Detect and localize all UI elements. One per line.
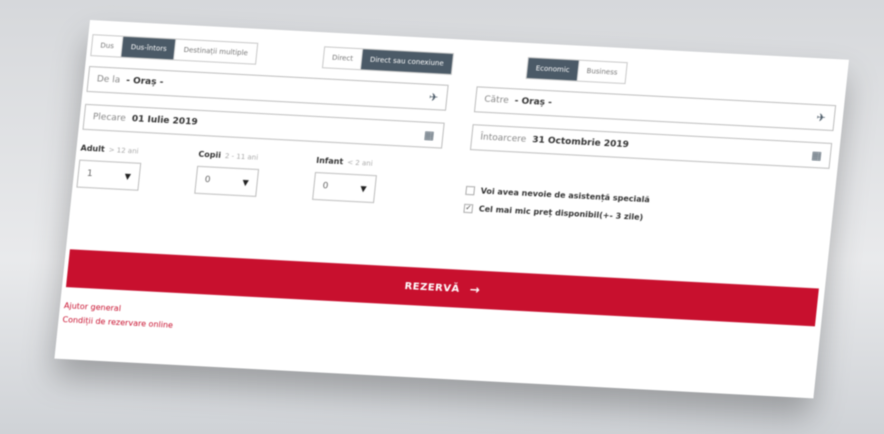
infant-hint: < 2 ani [346,158,374,168]
infant-label: Infant < 2 ani [315,156,374,168]
route-type-toggle: Direct Direct sau conexiune [321,46,454,75]
lowest-price-label: Cel mai mic preț disponibil(+- 3 zile) [478,204,644,223]
terms-link[interactable]: Condiții de rezervare online [62,315,173,330]
assistance-option[interactable]: Voi avea nevoie de asistență specială [465,185,651,205]
chevron-down-icon: ▼ [359,183,367,194]
from-field[interactable]: De la - Oraș - ✈ [86,66,449,111]
to-value: - Oraș - [514,96,553,109]
route-type-direct[interactable]: Direct [323,47,364,70]
child-select[interactable]: 0 ▼ [194,165,260,197]
plane-takeoff-icon: ✈ [428,90,440,104]
chevron-down-icon: ▼ [242,177,250,188]
depart-label: Plecare [92,112,127,124]
lowest-price-option[interactable]: ✓ Cel mai mic preț disponibil(+- 3 zile) [463,203,644,223]
calendar-icon[interactable]: ▦ [423,128,435,141]
to-field[interactable]: Către - Oraș - ✈ [473,86,837,132]
route-type-row: Direct Direct sau conexiune [321,46,454,75]
return-value: 31 Octombrie 2019 [531,135,630,151]
cabin-business[interactable]: Business [578,61,627,83]
assistance-checkbox[interactable] [465,185,476,196]
chevron-down-icon: ▼ [124,171,132,181]
assistance-label: Voi avea nevoie de asistență specială [480,186,651,205]
return-date-field[interactable]: Întoarcere 31 Octombrie 2019 ▦ [469,124,833,169]
infant-value: 0 [322,181,329,192]
reserve-button[interactable]: REZERVĂ → [65,249,819,327]
from-value: - Oraș - [125,75,164,88]
child-label: Copii 2 - 11 ani [197,149,259,162]
adult-value: 1 [86,169,94,180]
cabin-row: Economic Business [525,56,628,85]
help-link[interactable]: Ajutor general [64,301,122,313]
depart-value: 01 Iulie 2019 [131,114,199,128]
plane-landing-icon: ✈ [815,110,827,125]
depart-date-field[interactable]: Plecare 01 Iulie 2019 ▦ [82,103,445,149]
child-hint: 2 - 11 ani [224,152,259,162]
from-label: De la [96,74,121,86]
trip-type-row: Dus Dus-întors Destinații multiple [90,34,258,65]
infant-select[interactable]: 0 ▼ [312,171,377,204]
cabin-economy[interactable]: Economic [526,58,580,81]
arrow-right-icon: → [469,282,482,297]
calendar-icon[interactable]: ▦ [811,148,823,161]
child-value: 0 [204,175,211,186]
trip-type-multi-city[interactable]: Destinații multiple [175,40,257,64]
lowest-price-checkbox[interactable]: ✓ [463,203,474,214]
return-label: Întoarcere [479,132,527,145]
adult-hint: > 12 ani [108,146,139,156]
adult-label: Adult > 12 ani [80,143,139,156]
adult-select[interactable]: 1 ▼ [76,159,142,191]
route-type-direct-or-connection[interactable]: Direct sau conexiune [360,49,453,74]
reserve-label: REZERVĂ [403,280,461,295]
trip-type-toggle: Dus Dus-întors Destinații multiple [90,34,258,65]
trip-type-round-trip[interactable]: Dus-întors [121,36,177,60]
to-label: Către [483,94,510,106]
cabin-toggle: Economic Business [525,56,628,85]
trip-type-one-way[interactable]: Dus [91,35,124,57]
booking-form-card: Dus Dus-întors Destinații multiple Direc… [54,20,849,399]
